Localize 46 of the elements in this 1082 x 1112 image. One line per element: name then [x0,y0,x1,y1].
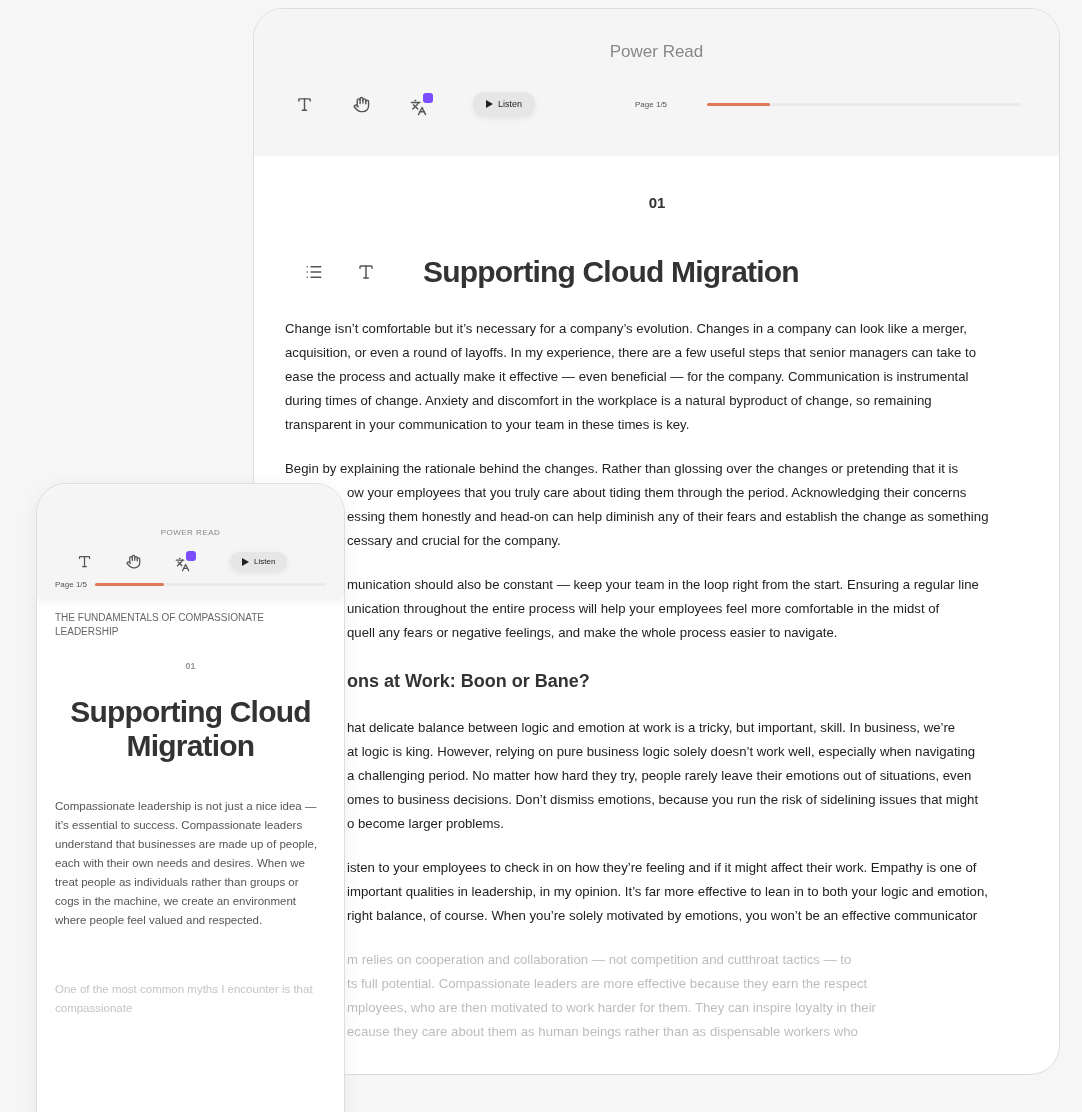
chapter-heading: Supporting Cloud Migration [69,695,312,763]
listen-button[interactable]: Listen [230,552,288,571]
play-icon [242,557,249,566]
body-text-line: ts full potential. Compassionate leaders are more effective because they earn the respect [347,975,868,993]
body-text-line: essing them honestly and head-on can help diminish any of their fears and establish the change as something [347,508,989,526]
book-title: THE FUNDAMENTALS OF COMPASSIONATE LEADERSHIP [55,611,265,639]
body-text-line: Change isn’t comfortable but it’s necessary for a company’s evolution. Changes in a company can look like a merger, [285,320,967,338]
body-text-line: munication should also be constant — keep your team in the loop right from the start. Ensuring a regular line [347,576,979,594]
body-text-line: omes to business decisions. Don’t dismiss emotions, because you run the risk of sidelining issues that might [347,791,979,809]
chapter-heading: Supporting Cloud Migration [423,255,799,289]
text-size-icon[interactable] [357,263,375,281]
listen-button[interactable]: Listen [473,92,536,116]
body-text-line: during times of change. Anxiety and discomfort in the workplace is a natural byproduct of change, so remaining [285,392,932,410]
body-text-line: ecause they care about them as human beings rather than as dispensable workers who [347,1023,858,1041]
body-text-line: o become larger problems. [347,815,504,833]
page-indicator: Page 1/5 [55,580,88,589]
body-text-line: acquisition, or even a round of layoffs. In my experience, there are a few useful steps that senior managers can take to [285,344,977,362]
page-indicator: Page 1/5 [635,99,668,109]
body-text-line: hat delicate balance between logic and emotion at work is a tricky, but important, skill. In business, we’re [347,719,956,737]
body-text-line: important qualities in leadership, in my opinion. It’s far more effective to lean in to both your logic and emotion, [347,883,988,901]
translate-icon[interactable] [175,551,196,572]
text-size-icon[interactable] [77,554,92,569]
body-text-line: cessary and crucial for the company. [347,532,561,550]
text-size-icon[interactable] [296,95,313,113]
body-text-line: ease the process and actually make it effective — even beneficial — for the company. Communication is instrumental [285,368,969,386]
app-title: Power Read [609,42,704,62]
body-text-line: unication throughout the entire process will help your employees feel more comfortable in the midst of [347,600,940,618]
translate-icon[interactable] [410,92,433,116]
hand-icon[interactable] [126,554,141,569]
chapter-number: 01 [647,194,667,211]
body-text-line: quell any fears or negative feelings, and make the whole process easier to navigate. [347,624,838,642]
body-text-line: isten to your employees to check in on how they’re feeling and if it might affect their work. Empathy is one of [347,859,977,877]
body-text-line: a challenging period. No matter how hard they try, people rarely leave their emotions out of situations, even [347,767,972,785]
body-text-line: right balance, of course. When you’re solely motivated by emotions, you won’t be an effective communicator [347,907,978,925]
hand-icon[interactable] [353,95,370,113]
section-heading: ons at Work: Boon or Bane? [347,671,590,692]
body-text-line: ow your employees that you truly care about tiding them through the period. Acknowledging their concerns [347,484,967,502]
body-paragraph: Compassionate leadership is not just a nice idea — it’s essential to success. Compassionate leaders understand that businesses are made up of people, each with their own needs and desires. When we treat people as individuals rather than groups or cogs in the machine, we create an environment where people feel valued and respected. [55,799,319,928]
body-text-line: m relies on cooperation and collaboration — not competition and cutthroat tactics — to [347,951,852,969]
list-icon[interactable] [305,263,323,281]
play-icon [486,100,493,108]
body-text-line: transparent in your communication to your team in these times is key. [285,416,690,434]
body-text-line: Begin by explaining the rationale behind the changes. Rather than glossing over the changes or pretending that it is [285,460,958,478]
body-text-line: at logic is king. However, relying on pure business logic solely doesn’t work well, especially when navigating [347,743,976,761]
chapter-number: 01 [184,661,197,671]
app-title: POWER READ [160,528,221,537]
